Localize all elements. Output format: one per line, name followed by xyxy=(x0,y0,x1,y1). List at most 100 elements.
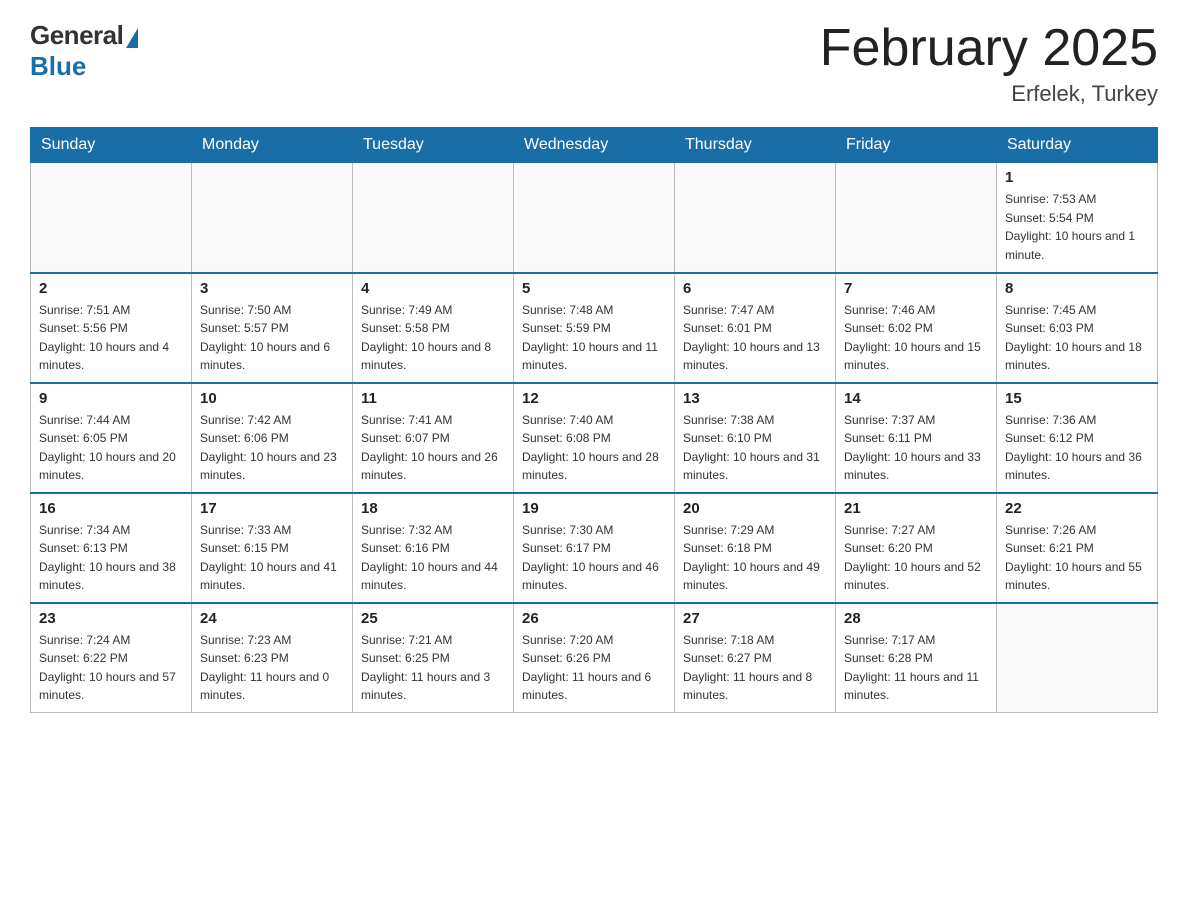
day-info: Sunrise: 7:37 AMSunset: 6:11 PMDaylight:… xyxy=(844,411,988,485)
weekday-header-saturday: Saturday xyxy=(997,128,1158,163)
calendar-cell: 23 Sunrise: 7:24 AMSunset: 6:22 PMDayligh… xyxy=(31,603,192,713)
day-info: Sunrise: 7:38 AMSunset: 6:10 PMDaylight:… xyxy=(683,411,827,485)
calendar-cell: 20 Sunrise: 7:29 AMSunset: 6:18 PMDayligh… xyxy=(675,493,836,603)
calendar-cell: 10 Sunrise: 7:42 AMSunset: 6:06 PMDayligh… xyxy=(192,383,353,493)
calendar-table: SundayMondayTuesdayWednesdayThursdayFrid… xyxy=(30,127,1158,713)
day-info: Sunrise: 7:40 AMSunset: 6:08 PMDaylight:… xyxy=(522,411,666,485)
day-info: Sunrise: 7:30 AMSunset: 6:17 PMDaylight:… xyxy=(522,521,666,595)
day-info: Sunrise: 7:20 AMSunset: 6:26 PMDaylight:… xyxy=(522,631,666,705)
day-info: Sunrise: 7:32 AMSunset: 6:16 PMDaylight:… xyxy=(361,521,505,595)
day-number: 22 xyxy=(1005,500,1149,517)
calendar-cell: 28 Sunrise: 7:17 AMSunset: 6:28 PMDayligh… xyxy=(836,603,997,713)
day-info: Sunrise: 7:45 AMSunset: 6:03 PMDaylight:… xyxy=(1005,301,1149,375)
calendar-week-row: 16 Sunrise: 7:34 AMSunset: 6:13 PMDayligh… xyxy=(31,493,1158,603)
weekday-header-tuesday: Tuesday xyxy=(353,128,514,163)
day-info: Sunrise: 7:27 AMSunset: 6:20 PMDaylight:… xyxy=(844,521,988,595)
day-number: 12 xyxy=(522,390,666,407)
day-number: 15 xyxy=(1005,390,1149,407)
calendar-cell: 18 Sunrise: 7:32 AMSunset: 6:16 PMDayligh… xyxy=(353,493,514,603)
day-info: Sunrise: 7:34 AMSunset: 6:13 PMDaylight:… xyxy=(39,521,183,595)
calendar-cell xyxy=(353,163,514,273)
calendar-cell: 2 Sunrise: 7:51 AMSunset: 5:56 PMDaylight… xyxy=(31,273,192,383)
calendar-week-row: 1Sunrise: 7:53 AMSunset: 5:54 PMDaylight… xyxy=(31,163,1158,273)
calendar-cell: 14 Sunrise: 7:37 AMSunset: 6:11 PMDayligh… xyxy=(836,383,997,493)
day-info: Sunrise: 7:29 AMSunset: 6:18 PMDaylight:… xyxy=(683,521,827,595)
logo-general-text: General xyxy=(30,20,123,51)
calendar-cell: 1Sunrise: 7:53 AMSunset: 5:54 PMDaylight… xyxy=(997,163,1158,273)
day-number: 8 xyxy=(1005,280,1149,297)
logo-blue-text: Blue xyxy=(30,51,86,82)
weekday-header-friday: Friday xyxy=(836,128,997,163)
day-number: 28 xyxy=(844,610,988,627)
calendar-cell: 17 Sunrise: 7:33 AMSunset: 6:15 PMDayligh… xyxy=(192,493,353,603)
day-info: Sunrise: 7:42 AMSunset: 6:06 PMDaylight:… xyxy=(200,411,344,485)
calendar-cell: 16 Sunrise: 7:34 AMSunset: 6:13 PMDayligh… xyxy=(31,493,192,603)
day-number: 2 xyxy=(39,280,183,297)
weekday-header-sunday: Sunday xyxy=(31,128,192,163)
weekday-header-wednesday: Wednesday xyxy=(514,128,675,163)
day-info: Sunrise: 7:36 AMSunset: 6:12 PMDaylight:… xyxy=(1005,411,1149,485)
day-number: 10 xyxy=(200,390,344,407)
calendar-cell: 12 Sunrise: 7:40 AMSunset: 6:08 PMDayligh… xyxy=(514,383,675,493)
calendar-cell: 9 Sunrise: 7:44 AMSunset: 6:05 PMDaylight… xyxy=(31,383,192,493)
day-number: 7 xyxy=(844,280,988,297)
day-info: Sunrise: 7:51 AMSunset: 5:56 PMDaylight:… xyxy=(39,301,183,375)
day-number: 17 xyxy=(200,500,344,517)
calendar-cell: 8 Sunrise: 7:45 AMSunset: 6:03 PMDaylight… xyxy=(997,273,1158,383)
calendar-cell: 19 Sunrise: 7:30 AMSunset: 6:17 PMDayligh… xyxy=(514,493,675,603)
day-info: Sunrise: 7:47 AMSunset: 6:01 PMDaylight:… xyxy=(683,301,827,375)
day-info: Sunrise: 7:49 AMSunset: 5:58 PMDaylight:… xyxy=(361,301,505,375)
calendar-cell xyxy=(675,163,836,273)
day-info: Sunrise: 7:44 AMSunset: 6:05 PMDaylight:… xyxy=(39,411,183,485)
calendar-cell xyxy=(31,163,192,273)
calendar-cell: 27 Sunrise: 7:18 AMSunset: 6:27 PMDayligh… xyxy=(675,603,836,713)
day-info: Sunrise: 7:48 AMSunset: 5:59 PMDaylight:… xyxy=(522,301,666,375)
day-number: 9 xyxy=(39,390,183,407)
calendar-cell: 22 Sunrise: 7:26 AMSunset: 6:21 PMDayligh… xyxy=(997,493,1158,603)
day-info: Sunrise: 7:21 AMSunset: 6:25 PMDaylight:… xyxy=(361,631,505,705)
logo: General Blue xyxy=(30,20,138,82)
day-info: Sunrise: 7:46 AMSunset: 6:02 PMDaylight:… xyxy=(844,301,988,375)
calendar-cell: 5Sunrise: 7:48 AMSunset: 5:59 PMDaylight… xyxy=(514,273,675,383)
day-info: Sunrise: 7:50 AMSunset: 5:57 PMDaylight:… xyxy=(200,301,344,375)
day-info: Sunrise: 7:17 AMSunset: 6:28 PMDaylight:… xyxy=(844,631,988,705)
day-info: Sunrise: 7:41 AMSunset: 6:07 PMDaylight:… xyxy=(361,411,505,485)
day-number: 20 xyxy=(683,500,827,517)
day-number: 19 xyxy=(522,500,666,517)
weekday-header-monday: Monday xyxy=(192,128,353,163)
weekday-header-row: SundayMondayTuesdayWednesdayThursdayFrid… xyxy=(31,128,1158,163)
calendar-cell xyxy=(997,603,1158,713)
month-title: February 2025 xyxy=(820,20,1158,77)
calendar-cell: 21 Sunrise: 7:27 AMSunset: 6:20 PMDayligh… xyxy=(836,493,997,603)
calendar-cell: 24Sunrise: 7:23 AMSunset: 6:23 PMDayligh… xyxy=(192,603,353,713)
page-header: General Blue February 2025 Erfelek, Turk… xyxy=(30,20,1158,107)
calendar-cell xyxy=(836,163,997,273)
weekday-header-thursday: Thursday xyxy=(675,128,836,163)
logo-triangle-icon xyxy=(126,28,138,48)
calendar-cell: 25 Sunrise: 7:21 AMSunset: 6:25 PMDayligh… xyxy=(353,603,514,713)
day-number: 13 xyxy=(683,390,827,407)
day-info: Sunrise: 7:18 AMSunset: 6:27 PMDaylight:… xyxy=(683,631,827,705)
day-info: Sunrise: 7:53 AMSunset: 5:54 PMDaylight:… xyxy=(1005,190,1149,264)
day-number: 21 xyxy=(844,500,988,517)
day-number: 16 xyxy=(39,500,183,517)
day-info: Sunrise: 7:33 AMSunset: 6:15 PMDaylight:… xyxy=(200,521,344,595)
calendar-cell: 4 Sunrise: 7:49 AMSunset: 5:58 PMDaylight… xyxy=(353,273,514,383)
day-number: 14 xyxy=(844,390,988,407)
day-number: 24 xyxy=(200,610,344,627)
calendar-cell: 3 Sunrise: 7:50 AMSunset: 5:57 PMDaylight… xyxy=(192,273,353,383)
calendar-week-row: 2 Sunrise: 7:51 AMSunset: 5:56 PMDaylight… xyxy=(31,273,1158,383)
calendar-week-row: 23 Sunrise: 7:24 AMSunset: 6:22 PMDayligh… xyxy=(31,603,1158,713)
calendar-cell: 13 Sunrise: 7:38 AMSunset: 6:10 PMDayligh… xyxy=(675,383,836,493)
day-number: 3 xyxy=(200,280,344,297)
day-info: Sunrise: 7:26 AMSunset: 6:21 PMDaylight:… xyxy=(1005,521,1149,595)
day-info: Sunrise: 7:24 AMSunset: 6:22 PMDaylight:… xyxy=(39,631,183,705)
calendar-cell: 6Sunrise: 7:47 AMSunset: 6:01 PMDaylight… xyxy=(675,273,836,383)
day-number: 23 xyxy=(39,610,183,627)
day-number: 25 xyxy=(361,610,505,627)
day-number: 18 xyxy=(361,500,505,517)
calendar-week-row: 9 Sunrise: 7:44 AMSunset: 6:05 PMDaylight… xyxy=(31,383,1158,493)
day-number: 4 xyxy=(361,280,505,297)
calendar-cell xyxy=(514,163,675,273)
day-number: 27 xyxy=(683,610,827,627)
